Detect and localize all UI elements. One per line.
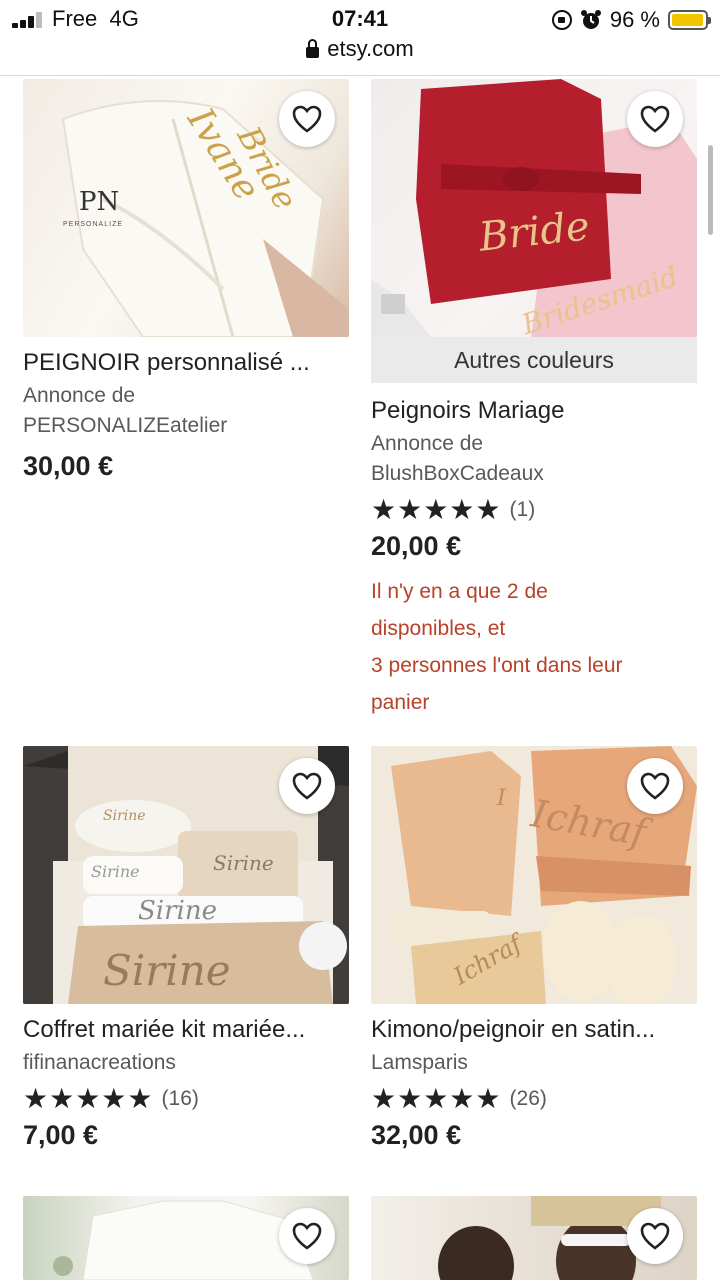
address-bar[interactable]: etsy.com [0,36,720,74]
battery-icon [668,10,711,30]
favorite-button[interactable] [279,91,335,147]
listing-image[interactable]: Ivane Bride PN PERSONALIZE [23,79,349,337]
listing-card[interactable]: Ivane Bride PN PERSONALIZE PEIGNOIR pers… [23,79,349,483]
listing-image[interactable]: Ichraf Ichraf I [371,746,697,1004]
listing-title[interactable]: Kimono/peignoir en satin... [371,1014,697,1046]
listing-image[interactable] [371,1196,697,1280]
brand-logo-text: PERSONALIZE [63,221,124,228]
listing-card[interactable] [371,1196,697,1280]
toolbar-divider [0,75,720,76]
star-rating-icon: ★★★★★ [23,1083,154,1114]
heart-icon [640,1222,670,1250]
listing-image[interactable] [23,1196,349,1280]
listing-price: 20,00 € [371,531,462,561]
rating: ★★★★★ (26) [371,1084,697,1114]
listing-title[interactable]: Peignoirs Mariage [371,395,697,427]
listing-price: 30,00 € [23,451,114,481]
shop-name[interactable]: Annonce de PERSONALIZEatelier [23,381,349,441]
listing-image[interactable]: Bride Bridesmaid [371,79,697,337]
favorite-button[interactable] [279,758,335,814]
stock-warning: Il n'y en a que 2 de disponibles, et 3 p… [371,580,623,714]
shop-name[interactable]: Lamsparis [371,1048,697,1078]
status-bar: Free 4G 07:41 96 % [0,0,720,40]
heart-icon [640,105,670,133]
heart-icon [292,772,322,800]
favorite-button[interactable] [279,1208,335,1264]
heart-icon [640,772,670,800]
listing-card[interactable]: Ichraf Ichraf I Kimono/peignoir en satin… [371,746,697,1152]
listing-card[interactable] [23,1196,349,1280]
star-rating-icon: ★★★★★ [371,1083,502,1114]
lock-icon [306,39,320,58]
listing-price: 7,00 € [23,1120,99,1150]
listing-price: 32,00 € [371,1120,462,1150]
rating: ★★★★★ (16) [23,1084,349,1114]
listing-card[interactable]: Bride Bridesmaid Autres couleurs Peignoi… [371,79,697,721]
shop-name[interactable]: fifinanacreations [23,1048,349,1078]
orientation-lock-icon [551,10,572,30]
battery-percent: 96 % [609,7,660,32]
favorite-button[interactable] [627,91,683,147]
star-rating-icon: ★★★★★ [371,494,502,525]
heart-icon [292,105,322,133]
listing-title[interactable]: PEIGNOIR personnalisé ... [23,347,349,379]
favorite-button[interactable] [627,1208,683,1264]
rating: ★★★★★ (1) [371,495,697,525]
brand-logo: PN [79,187,120,217]
review-count: (1) [509,498,536,521]
more-colors-badge[interactable]: Autres couleurs [371,337,697,383]
shop-name[interactable]: Annonce de BlushBoxCadeaux [371,429,697,489]
heart-icon [292,1222,322,1250]
scrollbar[interactable] [708,145,713,235]
url-text: etsy.com [327,36,414,61]
alarm-icon [580,10,601,29]
favorite-button[interactable] [627,758,683,814]
review-count: (26) [509,1087,547,1110]
listing-image[interactable]: Sirine Sirine Sirine Sirine Sirine [23,746,349,1004]
listing-title[interactable]: Coffret mariée kit mariée... [23,1014,349,1046]
review-count: (16) [161,1087,199,1110]
listing-card[interactable]: Sirine Sirine Sirine Sirine Sirine Coffr… [23,746,349,1152]
